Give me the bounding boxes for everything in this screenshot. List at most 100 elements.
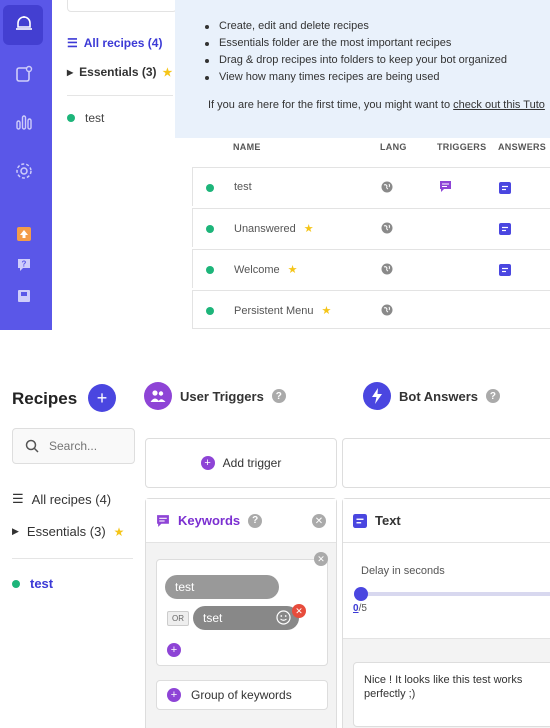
app-sidebar: ? — [0, 0, 52, 330]
table-row[interactable]: Persistent Menu ★ — [192, 290, 550, 329]
column-title: User Triggers — [180, 388, 264, 404]
info-footer: If you are here for the first time, you … — [208, 99, 545, 111]
star-icon: ★ — [321, 305, 332, 317]
info-bullet: View how many times recipes are being us… — [205, 69, 507, 86]
col-header-triggers[interactable]: TRIGGERS — [437, 142, 486, 152]
table-row[interactable]: test — [192, 167, 550, 206]
info-bullet: Drag & drop recipes into folders to keep… — [205, 52, 507, 69]
recipe-name: Unanswered — [234, 222, 296, 235]
users-icon — [144, 382, 172, 410]
book-icon[interactable] — [10, 282, 38, 310]
group-of-keywords-button[interactable]: + Group of keywords — [156, 680, 328, 710]
delay-slider[interactable] — [354, 587, 550, 601]
text-icon — [353, 513, 367, 528]
plus-icon: + — [200, 456, 215, 470]
globe-icon — [381, 303, 393, 321]
add-recipe-button[interactable]: + — [88, 384, 116, 412]
search-input[interactable] — [49, 439, 119, 453]
keywords-title: Keywords — [178, 513, 241, 528]
recipes-list-screenshot: ? ☰ All recipes (4) ▶ Essentials (3) ★ t… — [0, 0, 550, 330]
recipe-label: test — [85, 111, 105, 125]
table-row[interactable]: Welcome ★ — [192, 249, 550, 288]
info-list: Create, edit and delete recipes Essentia… — [205, 18, 507, 86]
status-dot — [206, 184, 214, 192]
user-triggers-header: User Triggers ? — [144, 382, 286, 410]
answer-icon — [499, 222, 511, 240]
status-dot — [206, 225, 214, 233]
star-icon: ★ — [303, 223, 314, 235]
search-box[interactable] — [12, 428, 135, 464]
add-trigger-label: Add trigger — [222, 456, 282, 470]
status-dot — [12, 579, 20, 588]
add-keyword-icon[interactable]: + — [167, 643, 181, 657]
recipe-editor-screenshot: Recipes + ☰ All recipes (4) ▶ Essentials… — [0, 370, 550, 728]
emoji-icon[interactable] — [276, 610, 291, 628]
caret-right-icon: ▶ — [12, 526, 19, 536]
bot-answers-header: Bot Answers ? — [363, 382, 500, 410]
delay-value: 0/5 — [353, 603, 367, 614]
stats-icon[interactable] — [10, 108, 38, 136]
col-header-lang[interactable]: LANG — [380, 142, 407, 152]
bell-icon[interactable] — [10, 10, 38, 38]
folder-essentials[interactable]: ▶ Essentials (3) ★ — [12, 524, 124, 539]
text-title: Text — [375, 513, 401, 528]
recipe-item-test[interactable]: test — [67, 111, 104, 125]
recipe-name: Persistent Menu — [234, 304, 314, 317]
status-dot — [67, 114, 75, 122]
keyword-pill[interactable]: test — [165, 575, 279, 599]
edit-icon[interactable] — [10, 60, 38, 88]
gear-icon[interactable] — [10, 157, 38, 185]
svg-text:?: ? — [22, 260, 27, 269]
upload-icon[interactable] — [10, 220, 38, 248]
table-row[interactable]: Unanswered ★ — [192, 208, 550, 247]
keyword-pill[interactable]: tset ✕ — [193, 604, 306, 630]
status-dot — [206, 266, 214, 274]
folder-label: Essentials (3) — [26, 524, 106, 539]
help-icon[interactable]: ? — [248, 513, 263, 528]
trigger-icon — [439, 180, 452, 198]
folder-all-recipes[interactable]: ☰ All recipes (4) — [67, 36, 162, 50]
folder-label: All recipes (4) — [83, 36, 163, 50]
answer-icon — [499, 263, 511, 281]
help-chat-icon[interactable]: ? — [10, 251, 38, 279]
star-icon: ★ — [162, 66, 173, 79]
folder-essentials[interactable]: ▶ Essentials (3) ★ — [67, 65, 172, 79]
col-header-answers[interactable]: ANSWERS — [498, 142, 546, 152]
answer-icon — [499, 181, 511, 199]
globe-icon — [381, 262, 393, 280]
add-trigger-button[interactable]: + Add trigger — [145, 438, 337, 488]
keyword-group: ✕ test OR tset ✕ + — [156, 552, 328, 666]
plus-icon: + — [167, 688, 181, 702]
recipes-table: NAME LANG TRIGGERS ANSWERS test Unanswer… — [175, 138, 550, 330]
folder-all-recipes[interactable]: ☰ All recipes (4) — [12, 491, 111, 507]
column-title: Bot Answers — [399, 388, 478, 404]
page-title: Recipes — [12, 389, 78, 408]
search-input[interactable] — [67, 0, 177, 12]
folder-panel: ☰ All recipes (4) ▶ Essentials (3) ★ tes… — [52, 0, 177, 330]
recipe-item-test[interactable]: test — [12, 576, 53, 591]
info-banner: Create, edit and delete recipes Essentia… — [175, 0, 550, 138]
add-answer-area[interactable] — [342, 438, 550, 488]
keywords-icon — [157, 514, 169, 527]
info-bullet: Create, edit and delete recipes — [205, 18, 507, 35]
keyword-text: test — [175, 580, 195, 594]
col-header-name[interactable]: NAME — [233, 142, 261, 152]
info-bullet: Essentials folder are the most important… — [205, 35, 507, 52]
remove-group-icon[interactable]: ✕ — [314, 552, 328, 566]
help-icon[interactable]: ? — [485, 389, 500, 403]
recipe-label: test — [30, 576, 54, 591]
close-icon[interactable]: ✕ — [312, 514, 326, 528]
search-icon — [25, 439, 39, 453]
keywords-header: Keywords ? — [146, 499, 336, 543]
help-icon[interactable]: ? — [271, 389, 286, 403]
star-icon: ★ — [287, 264, 298, 276]
delay-label: Delay in seconds — [361, 565, 445, 577]
tutorial-link[interactable]: check out this Tuto — [453, 99, 545, 111]
message-textarea[interactable]: Nice ! It looks like this test works per… — [353, 662, 550, 727]
slider-handle[interactable] — [354, 587, 368, 601]
group-label: Group of keywords — [191, 688, 292, 702]
remove-keyword-icon[interactable]: ✕ — [292, 604, 306, 618]
keyword-text: tset — [203, 611, 223, 625]
text-header: Text — [343, 499, 550, 543]
delay-max: /5 — [358, 603, 367, 614]
